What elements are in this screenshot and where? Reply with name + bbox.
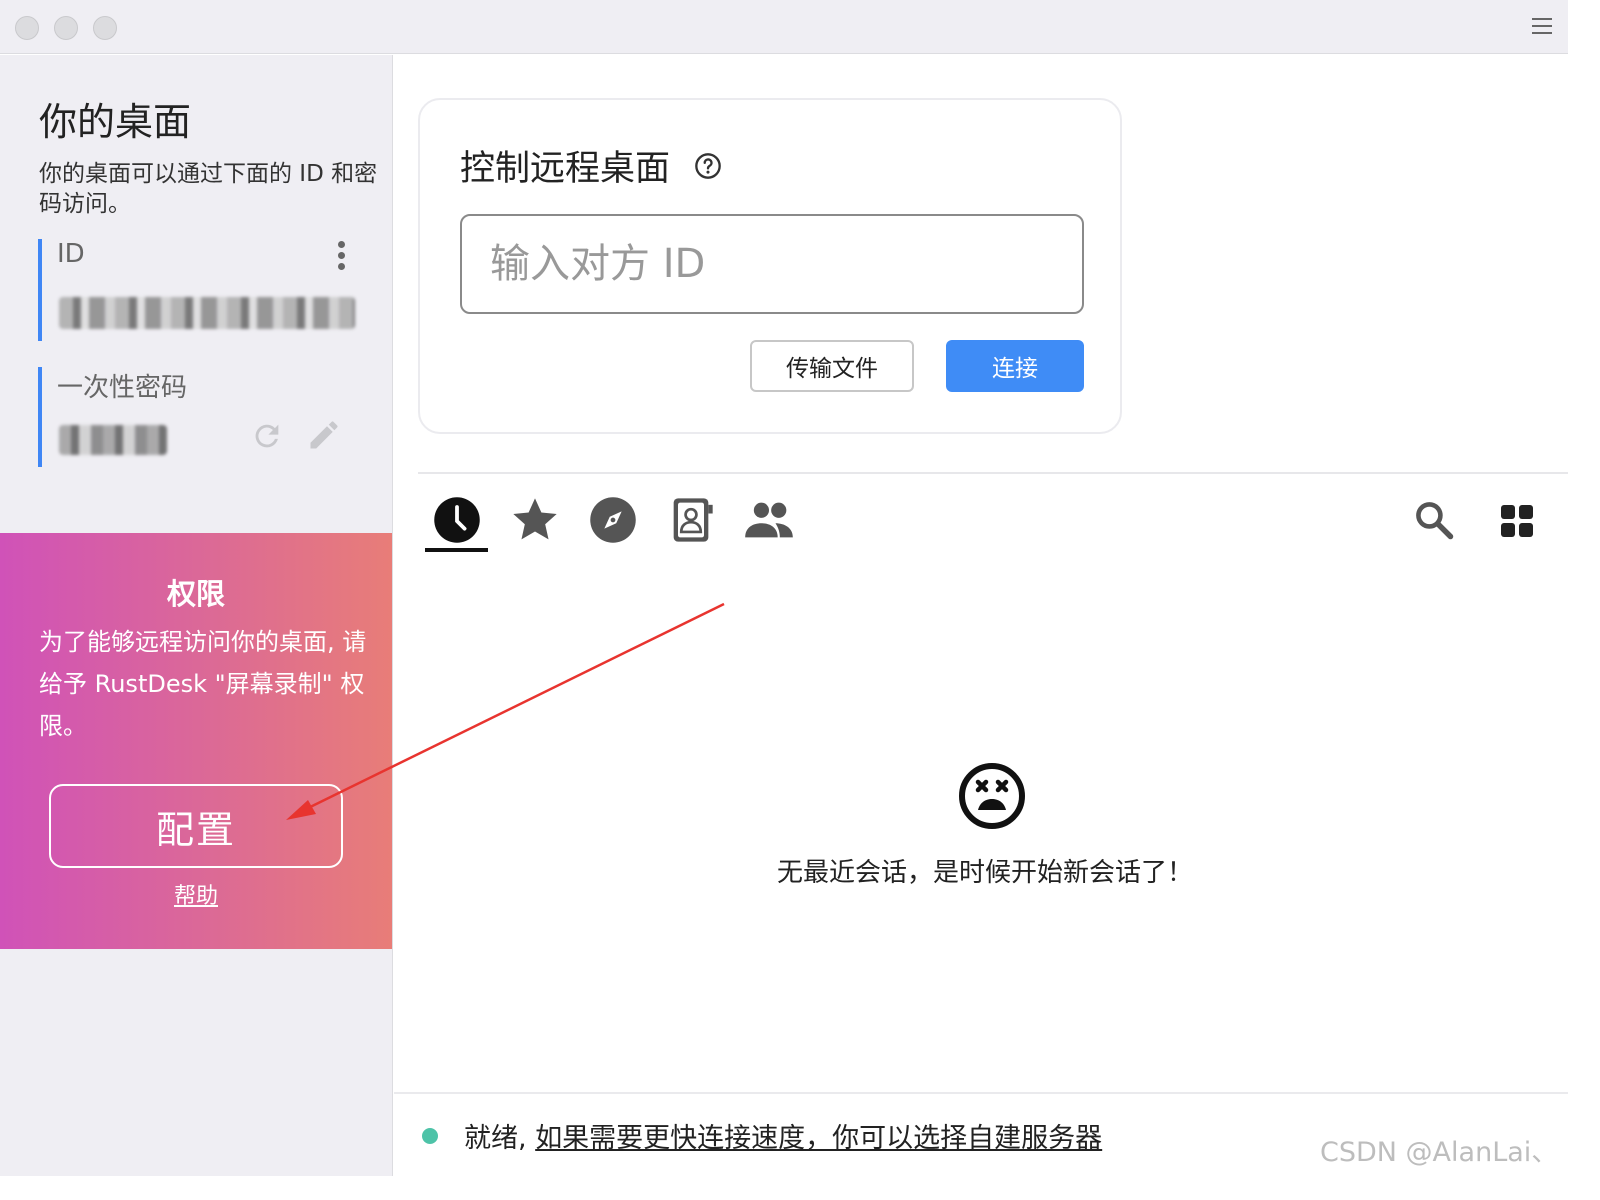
refresh-icon[interactable] — [250, 419, 284, 453]
control-remote-card: 控制远程桌面 传输文件 连接 — [418, 98, 1122, 434]
password-field: 一次性密码 — [38, 367, 368, 467]
help-question-icon[interactable] — [694, 152, 722, 180]
permission-text: 为了能够远程访问你的桌面, 请给予 RustDesk "屏幕录制" 权限。 — [39, 628, 367, 740]
sad-face-icon — [959, 763, 1025, 829]
id-label: ID — [57, 239, 85, 269]
contacts-icon[interactable] — [665, 494, 717, 546]
control-remote-title: 控制远程桌面 — [460, 149, 671, 189]
search-icon[interactable] — [1412, 498, 1456, 542]
clock-icon[interactable] — [431, 494, 483, 546]
empty-state-message: 无最近会话，是时候开始新会话了！ — [776, 858, 1193, 888]
maximize-window-button[interactable] — [93, 16, 117, 40]
your-desktop-description: 你的桌面可以通过下面的 ID 和密码访问。 — [39, 161, 378, 217]
grid-view-icon[interactable] — [1500, 504, 1534, 538]
active-tab-indicator — [425, 548, 488, 552]
edit-pencil-icon[interactable] — [306, 417, 342, 453]
minimize-window-button[interactable] — [54, 16, 78, 40]
compass-icon[interactable] — [587, 494, 639, 546]
more-options-icon[interactable] — [338, 241, 346, 271]
permission-card: 权限 为了能够远程访问你的桌面, 请给予 RustDesk "屏幕录制" 权限。… — [0, 533, 392, 949]
hamburger-menu-icon[interactable] — [1532, 18, 1552, 34]
id-field: ID — [38, 239, 368, 341]
star-icon[interactable] — [509, 494, 561, 546]
permission-title: 权限 — [166, 577, 225, 611]
help-link[interactable]: 帮助 — [0, 878, 392, 910]
people-icon[interactable] — [743, 494, 795, 546]
status-indicator-dot — [422, 1128, 438, 1144]
id-value-redacted[interactable] — [59, 297, 355, 329]
connect-button[interactable]: 连接 — [946, 340, 1084, 392]
remote-id-input[interactable] — [460, 214, 1084, 314]
password-value-redacted[interactable] — [59, 425, 167, 455]
close-window-button[interactable] — [15, 16, 39, 40]
status-text: 就绪, 如果需要更快连接速度，你可以选择自建服务器 — [464, 1116, 1102, 1155]
watermark: CSDN @AlanLai、 — [1320, 1137, 1559, 1168]
transfer-file-button[interactable]: 传输文件 — [750, 340, 914, 392]
section-divider — [418, 472, 1568, 474]
your-desktop-title: 你的桌面 — [39, 100, 192, 144]
configure-button[interactable]: 配置 — [49, 784, 343, 868]
your-desktop-panel: 你的桌面 你的桌面可以通过下面的 ID 和密码访问。 ID 一次性密码 权限 为… — [0, 55, 393, 1176]
self-host-server-link[interactable]: 如果需要更快连接速度，你可以选择自建服务器 — [535, 1123, 1102, 1154]
title-bar — [0, 0, 1568, 54]
password-label: 一次性密码 — [57, 373, 188, 403]
status-ready: 就绪, — [464, 1123, 527, 1154]
